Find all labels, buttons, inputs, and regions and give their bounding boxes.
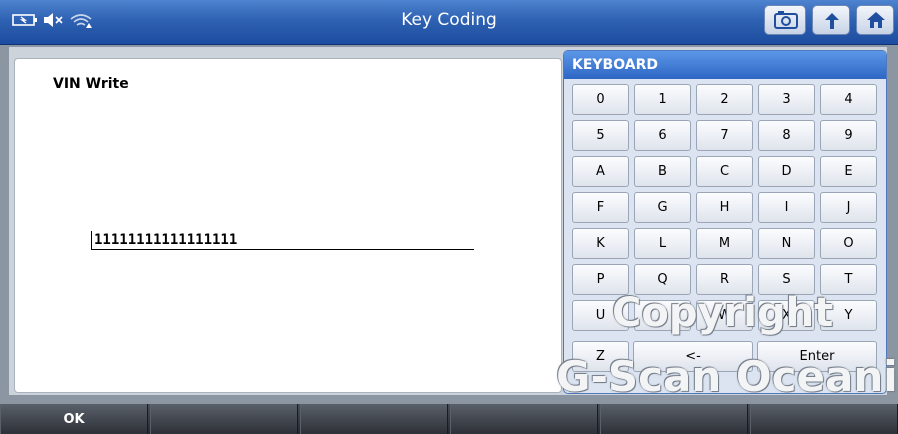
title-bar: Key Coding: [0, 0, 898, 45]
key-d[interactable]: D: [758, 156, 815, 187]
function-button-5[interactable]: [600, 404, 748, 434]
camera-icon: [774, 11, 798, 33]
home-button[interactable]: [856, 5, 894, 35]
key-e[interactable]: E: [820, 156, 877, 187]
key-9[interactable]: 9: [820, 120, 877, 151]
on-screen-keyboard: KEYBOARD 0123456789ABCDEFGHIJKLMNOPQRSTU…: [563, 50, 887, 394]
key-2[interactable]: 2: [696, 84, 753, 115]
home-icon: [866, 10, 886, 34]
keyboard-header: KEYBOARD: [564, 51, 886, 79]
key-g[interactable]: G: [634, 192, 691, 223]
key-b[interactable]: B: [634, 156, 691, 187]
vin-input[interactable]: [91, 231, 474, 250]
keyboard-title: KEYBOARD: [572, 57, 658, 73]
key-j[interactable]: J: [820, 192, 877, 223]
key-c[interactable]: C: [696, 156, 753, 187]
content-area: VIN Write: [14, 58, 562, 393]
key-k[interactable]: K: [572, 228, 629, 259]
key-5[interactable]: 5: [572, 120, 629, 151]
key-7[interactable]: 7: [696, 120, 753, 151]
function-button-2[interactable]: [150, 404, 298, 434]
back-button[interactable]: [812, 5, 850, 35]
key-0[interactable]: 0: [572, 84, 629, 115]
key-o[interactable]: O: [820, 228, 877, 259]
key-8[interactable]: 8: [758, 120, 815, 151]
function-button-6[interactable]: [750, 404, 898, 434]
key-n[interactable]: N: [758, 228, 815, 259]
key-i[interactable]: I: [758, 192, 815, 223]
back-arrow-icon: [822, 11, 842, 35]
key-l[interactable]: L: [634, 228, 691, 259]
watermark-company: G-Scan Oceania: [556, 352, 898, 401]
key-h[interactable]: H: [696, 192, 753, 223]
bottom-bar: OK: [0, 404, 898, 434]
key-1[interactable]: 1: [634, 84, 691, 115]
function-button-3[interactable]: [300, 404, 448, 434]
function-button-4[interactable]: [450, 404, 598, 434]
watermark-copyright: Copyright: [612, 290, 834, 336]
key-6[interactable]: 6: [634, 120, 691, 151]
section-label: VIN Write: [53, 76, 129, 92]
key-3[interactable]: 3: [758, 84, 815, 115]
key-m[interactable]: M: [696, 228, 753, 259]
camera-button[interactable]: [764, 5, 806, 35]
key-4[interactable]: 4: [820, 84, 877, 115]
ok-button[interactable]: OK: [0, 404, 148, 434]
key-a[interactable]: A: [572, 156, 629, 187]
key-f[interactable]: F: [572, 192, 629, 223]
